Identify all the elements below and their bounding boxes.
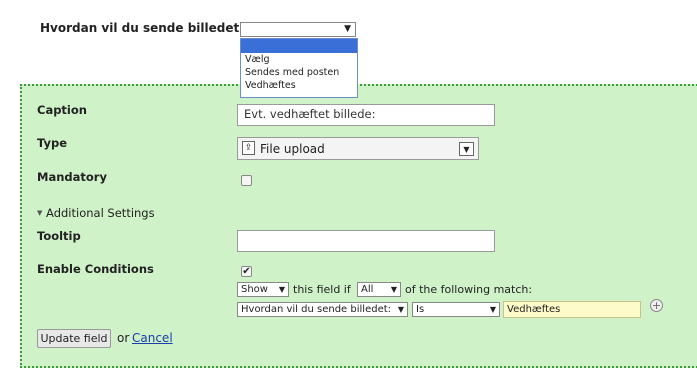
type-label: Type — [37, 136, 68, 150]
condition-operator-value: Is — [416, 304, 425, 315]
field-settings-panel — [20, 84, 697, 368]
type-select[interactable]: ⇪ File upload ▼ — [237, 137, 479, 160]
question-label: Hvordan vil du sende billedet: — [40, 21, 245, 35]
or-text: or — [117, 331, 130, 345]
type-select-value: File upload — [260, 142, 325, 156]
chevron-down-icon: ▼ — [344, 24, 351, 34]
chevron-down-icon: ▼ — [390, 285, 397, 294]
chevron-down-icon: ▼ — [459, 142, 474, 156]
chevron-down-icon: ▼ — [278, 285, 285, 294]
question-dropdown-list[interactable]: Vælg Sendes med posten Vedhæftes — [240, 38, 358, 98]
triangle-down-icon: ▼ — [37, 209, 43, 217]
condition-field-value: Hvordan vil du sende billedet: — [241, 304, 392, 315]
update-field-button[interactable]: Update field — [37, 329, 111, 348]
additional-settings-label: Additional Settings — [46, 206, 155, 220]
caption-label: Caption — [37, 103, 87, 117]
enable-conditions-checkbox[interactable]: ✔ — [241, 266, 252, 277]
add-condition-icon[interactable]: + — [650, 299, 663, 312]
cancel-link[interactable]: Cancel — [132, 331, 173, 345]
condition-field-select[interactable]: Hvordan vil du sende billedet: ▼ — [237, 302, 408, 317]
condition-text-1: this field if — [293, 283, 351, 296]
dropdown-option-vedhaeftes[interactable]: Vedhæftes — [241, 79, 357, 92]
condition-value-input[interactable]: Vedhæftes — [503, 301, 641, 318]
condition-operator-select[interactable]: Is ▼ — [412, 302, 500, 317]
condition-match-value: All — [361, 284, 374, 295]
condition-action-value: Show — [241, 284, 268, 295]
file-upload-icon: ⇪ — [242, 141, 255, 155]
caption-input[interactable]: Evt. vedhæftet billede: — [237, 104, 495, 126]
question-select[interactable]: ▼ — [240, 22, 356, 37]
dropdown-option-blank[interactable] — [241, 39, 357, 53]
additional-settings-toggle[interactable]: ▼ Additional Settings — [37, 206, 155, 220]
mandatory-label: Mandatory — [37, 170, 107, 184]
tooltip-label: Tooltip — [37, 229, 81, 243]
chevron-down-icon: ▼ — [397, 305, 404, 314]
tooltip-input[interactable] — [237, 230, 495, 252]
condition-match-select[interactable]: All ▼ — [357, 282, 401, 297]
dropdown-option-vaelg[interactable]: Vælg — [241, 53, 357, 66]
dropdown-option-sendes-med-posten[interactable]: Sendes med posten — [241, 66, 357, 79]
enable-conditions-label: Enable Conditions — [37, 262, 154, 276]
condition-action-select[interactable]: Show ▼ — [237, 282, 289, 297]
chevron-down-icon: ▼ — [489, 305, 496, 314]
condition-text-2: of the following match: — [405, 283, 533, 296]
checkmark-icon: ✔ — [242, 266, 251, 277]
mandatory-checkbox[interactable] — [241, 175, 252, 186]
